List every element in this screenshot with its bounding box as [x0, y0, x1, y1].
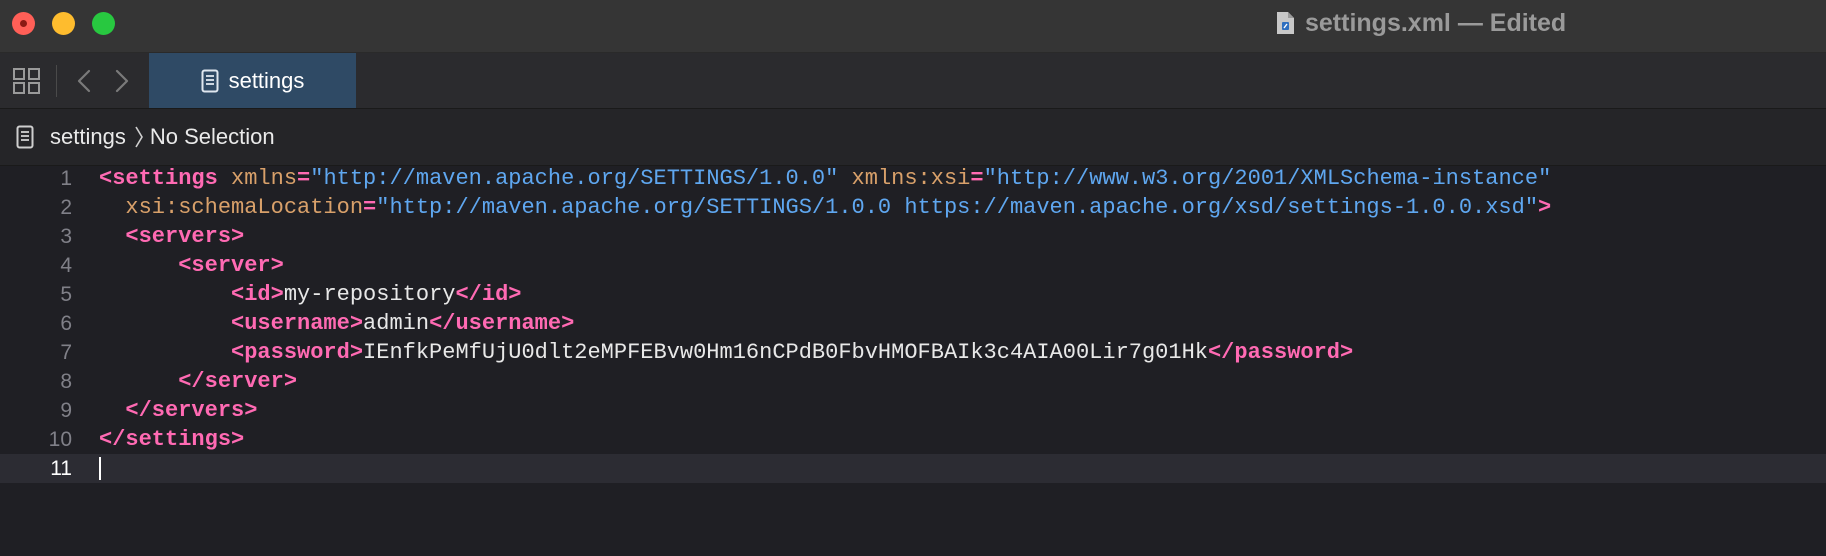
code-line[interactable]: 11	[0, 454, 1826, 483]
code-token-str: "http://www.w3.org/2001/XMLSchema-instan…	[983, 166, 1552, 191]
code-token-attr: xmlns:xsi	[838, 166, 971, 191]
code-line[interactable]: 3 <servers>	[0, 222, 1826, 251]
line-number: 11	[50, 457, 72, 480]
code-token-tag: <password>	[99, 340, 364, 365]
grid-icon[interactable]	[12, 67, 42, 95]
breadcrumb-file[interactable]: settings	[50, 124, 126, 150]
line-number: 4	[60, 254, 72, 277]
minimize-window-button[interactable]	[52, 12, 75, 35]
code-line[interactable]: 10 </settings>	[0, 425, 1826, 454]
document-icon	[1277, 12, 1294, 34]
line-number: 9	[60, 399, 72, 422]
code-token-tag: </password>	[1207, 340, 1354, 365]
chevron-right-icon	[135, 126, 143, 148]
line-number: 2	[60, 196, 72, 219]
breadcrumb: settings No Selection	[0, 109, 1826, 166]
code-token-tag: =	[363, 195, 377, 220]
nav-divider	[56, 65, 57, 97]
document-icon	[16, 125, 34, 149]
code-line[interactable]: 6 <username>admin</username>	[0, 309, 1826, 338]
line-number: 8	[60, 370, 72, 393]
code-editor[interactable]: 1 <settings xmlns="http://maven.apache.or…	[0, 166, 1826, 556]
code-token-tag: =	[970, 166, 984, 191]
code-token-tag: <username>	[99, 311, 364, 336]
editor-window: settings.xml — Edited settings settings …	[0, 0, 1826, 556]
close-window-button[interactable]	[12, 12, 35, 35]
zoom-window-button[interactable]	[92, 12, 115, 35]
code-line[interactable]: 7 <password>IEnfkPeMfUjU0dlt2eMPFEBvw0Hm…	[0, 338, 1826, 367]
code-text: </settings>	[99, 425, 244, 454]
code-token-attr: xmlns	[231, 166, 298, 191]
close-dot-icon	[20, 20, 27, 27]
code-token-txt: IEnfkPeMfUjU0dlt2eMPFEBvw0Hm16nCPdB0FbvH…	[363, 340, 1208, 365]
code-token-tag: <servers>	[99, 224, 245, 249]
line-number: 6	[60, 312, 72, 335]
code-line[interactable]: 2 xsi:schemaLocation="http://maven.apach…	[0, 193, 1826, 222]
code-text: </servers>	[99, 396, 257, 425]
code-text: </server>	[99, 367, 297, 396]
line-number: 10	[48, 428, 72, 451]
code-token-tag: </settings>	[99, 427, 245, 452]
text-caret	[99, 457, 101, 480]
code-token-tag: </username>	[429, 311, 575, 336]
code-text: <id>my-repository</id>	[99, 280, 522, 309]
code-text: <servers>	[99, 222, 244, 251]
code-token-txt: my-repository	[283, 282, 456, 307]
code-line[interactable]: 8 </server>	[0, 367, 1826, 396]
code-token-str: "http://maven.apache.org/SETTINGS/1.0.0 …	[376, 195, 1539, 220]
code-text: <username>admin</username>	[99, 309, 574, 338]
code-text: <password>IEnfkPeMfUjU0dlt2eMPFEBvw0Hm16…	[99, 338, 1353, 367]
title-bar[interactable]: settings.xml — Edited	[0, 0, 1826, 53]
breadcrumb-selection[interactable]: No Selection	[150, 124, 275, 150]
document-icon	[201, 69, 219, 92]
window-title-group: settings.xml — Edited	[1275, 0, 1566, 46]
code-line[interactable]: 1 <settings xmlns="http://maven.apache.or…	[0, 164, 1826, 193]
chevron-left-icon[interactable]	[74, 67, 94, 95]
code-token-attr: xsi:schemaLocation	[99, 195, 364, 220]
code-token-str: "http://maven.apache.org/SETTINGS/1.0.0"	[310, 166, 839, 191]
tab-bar: settings	[0, 53, 1826, 109]
code-token-tag: =	[297, 166, 311, 191]
code-text: <settings xmlns="http://maven.apache.org…	[99, 164, 1551, 193]
line-number: 5	[60, 283, 72, 306]
code-line[interactable]: 5 <id>my-repository</id>	[0, 280, 1826, 309]
code-text: xsi:schemaLocation="http://maven.apache.…	[99, 193, 1551, 222]
code-token-tag: <id>	[99, 282, 284, 307]
line-number: 1	[60, 167, 72, 190]
chevron-right-icon[interactable]	[112, 67, 132, 95]
code-token-tag: <settings	[99, 166, 232, 191]
code-token-tag: >	[1538, 195, 1552, 220]
code-token-txt: admin	[363, 311, 430, 336]
code-line[interactable]: 4 <server>	[0, 251, 1826, 280]
tab-settings[interactable]: settings	[149, 53, 356, 108]
tab-label: settings	[228, 67, 305, 93]
code-line[interactable]: 9 </servers>	[0, 396, 1826, 425]
code-token-tag: </server>	[99, 369, 298, 394]
line-number: 3	[60, 225, 72, 248]
line-number: 7	[60, 341, 72, 364]
code-token-tag: </servers>	[99, 398, 258, 423]
code-text: <server>	[99, 251, 284, 280]
code-token-tag: <server>	[99, 253, 284, 278]
code-token-tag: </id>	[455, 282, 522, 307]
window-title: settings.xml — Edited	[1305, 8, 1567, 37]
